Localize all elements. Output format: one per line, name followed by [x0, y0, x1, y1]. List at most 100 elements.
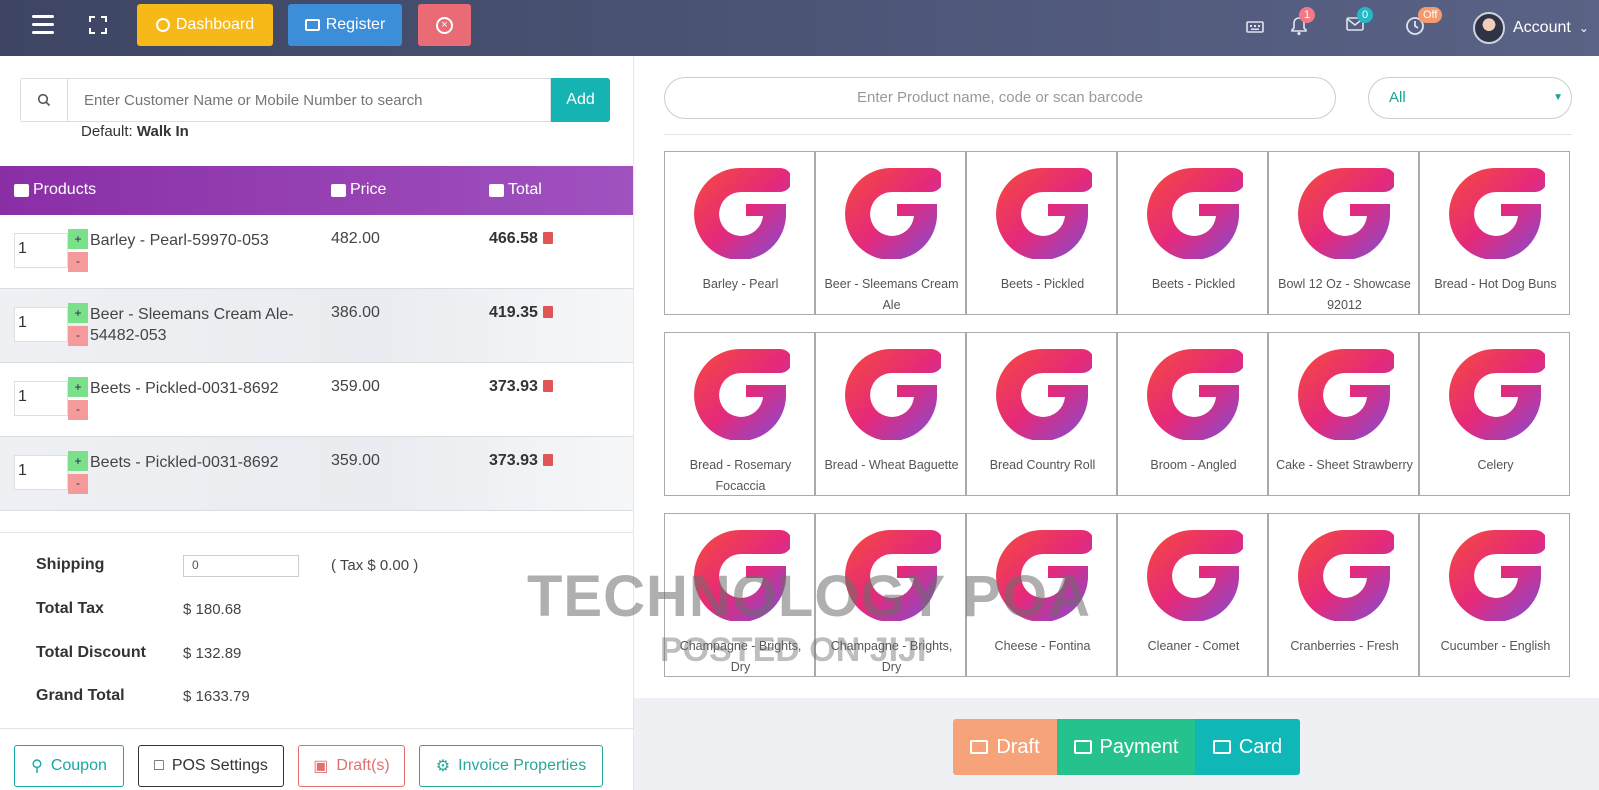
decrease-qty-button[interactable]: -	[68, 252, 88, 272]
product-card-name: Bread - Rosemary Focaccia	[689, 458, 792, 493]
cart-panel: Add Default: Walk In Products Price Tota…	[0, 56, 633, 790]
coupon-button[interactable]: ⚲ Coupon	[14, 745, 124, 787]
decrease-qty-button[interactable]: -	[68, 326, 88, 346]
customer-search-input[interactable]	[67, 78, 551, 122]
close-register-button[interactable]: ×	[418, 4, 471, 46]
product-logo-icon	[845, 168, 941, 259]
pos-settings-button[interactable]: □ POS Settings	[138, 745, 284, 787]
invoice-properties-label: Invoice Properties	[458, 757, 587, 774]
pos-settings-label: POS Settings	[171, 757, 268, 774]
product-card[interactable]: Beets - Pickled	[966, 151, 1117, 315]
total-discount-value: $ 132.89	[183, 645, 242, 662]
product-total: 373.93	[489, 452, 553, 470]
decrease-qty-button[interactable]: -	[68, 474, 88, 494]
product-card[interactable]: Cranberries - Fresh	[1268, 513, 1419, 677]
product-total-value: 373.93	[489, 452, 538, 469]
total-tax-label: Total Tax	[36, 600, 104, 617]
keyboard-icon[interactable]	[1244, 18, 1266, 40]
draft-button[interactable]: Draft	[953, 719, 1057, 775]
product-card[interactable]: Barley - Pearl	[664, 151, 815, 315]
product-logo-icon	[996, 349, 1092, 440]
product-name: Beer - Sleemans Cream Ale-54482-053	[90, 306, 294, 344]
grand-total-value: $ 1633.79	[183, 688, 250, 705]
payment-button[interactable]: Payment	[1057, 719, 1195, 775]
product-total-value: 419.35	[489, 304, 538, 321]
product-card[interactable]: Broom - Angled	[1117, 332, 1268, 496]
shipping-label: Shipping	[36, 556, 105, 573]
header-price: Price	[350, 181, 387, 198]
invoice-properties-button[interactable]: ⚙ Invoice Properties	[419, 745, 603, 787]
table-row: 1 + - Beer - Sleemans Cream Ale-54482-05…	[0, 289, 633, 363]
quantity-input[interactable]: 1	[14, 307, 68, 342]
product-total-value: 466.58	[489, 230, 538, 247]
quantity-input[interactable]: 1	[14, 381, 68, 416]
hamburger-menu-icon[interactable]	[32, 10, 54, 40]
shipping-input[interactable]: 0	[183, 555, 299, 577]
trash-icon[interactable]	[542, 380, 553, 392]
product-card-name: Cheese - Fontina	[994, 639, 1091, 653]
product-logo-icon	[1147, 349, 1243, 440]
fullscreen-icon[interactable]	[89, 16, 107, 34]
product-card[interactable]: Cleaner - Comet	[1117, 513, 1268, 677]
product-card[interactable]: Cucumber - English	[1419, 513, 1570, 677]
increase-qty-button[interactable]: +	[68, 377, 88, 397]
save-icon: ▣	[313, 758, 329, 775]
product-card[interactable]: Celery	[1419, 332, 1570, 496]
tax-note: ( Tax $ 0.00 )	[331, 557, 419, 574]
product-price: 359.00	[331, 452, 380, 469]
card-button[interactable]: Card	[1195, 719, 1300, 775]
category-select-value: All	[1389, 89, 1406, 106]
product-total: 466.58	[489, 230, 553, 248]
product-card-name: Celery	[1477, 458, 1514, 472]
product-card[interactable]: Bread - Rosemary Focaccia	[664, 332, 815, 496]
dashboard-button[interactable]: Dashboard	[137, 4, 273, 46]
product-search-input[interactable]: Enter Product name, code or scan barcode	[664, 77, 1336, 119]
payment-label: Payment	[1099, 735, 1179, 758]
coupon-label: Coupon	[50, 757, 107, 774]
account-label: Account	[1513, 19, 1571, 36]
default-customer-value: Walk In	[136, 123, 189, 140]
increase-qty-button[interactable]: +	[68, 229, 88, 249]
gears-icon: ⚙	[435, 758, 451, 775]
product-logo-icon	[1298, 168, 1394, 259]
product-card-name: Barley - Pearl	[702, 277, 779, 291]
header-products: Products	[33, 181, 97, 198]
divider	[0, 532, 633, 533]
register-button[interactable]: Register	[288, 4, 402, 46]
increase-qty-button[interactable]: +	[68, 303, 88, 323]
customer-search-group: Add	[20, 78, 610, 122]
product-card[interactable]: Beer - Sleemans Cream Ale	[815, 151, 966, 315]
drafts-button[interactable]: ▣ Draft(s)	[298, 745, 405, 787]
default-customer: Default: Walk In	[81, 123, 189, 140]
product-price: 359.00	[331, 378, 380, 395]
add-customer-button[interactable]: Add	[551, 78, 610, 122]
chevron-down-icon: ⌄	[1578, 21, 1589, 35]
dashboard-gauge-icon	[155, 18, 170, 32]
quantity-input[interactable]: 1	[14, 233, 68, 268]
product-price: 386.00	[331, 304, 380, 321]
product-card[interactable]: Bread - Hot Dog Buns	[1419, 151, 1570, 315]
product-card[interactable]: Bread Country Roll	[966, 332, 1117, 496]
product-card[interactable]: Beets - Pickled	[1117, 151, 1268, 315]
product-card[interactable]: Cake - Sheet Strawberry	[1268, 332, 1419, 496]
increase-qty-button[interactable]: +	[68, 451, 88, 471]
header-total: Total	[508, 181, 542, 198]
cart-actions: ⚲ Coupon □ POS Settings ▣ Draft(s) ⚙ Invoice…	[0, 728, 633, 790]
trash-icon[interactable]	[542, 306, 553, 318]
decrease-qty-button[interactable]: -	[68, 400, 88, 420]
category-select[interactable]: All ▼	[1368, 77, 1572, 119]
total-tax-value: $ 180.68	[183, 601, 242, 618]
trash-icon[interactable]	[542, 232, 553, 244]
product-card[interactable]: Bowl 12 Oz - Showcase 92012	[1268, 151, 1419, 315]
register-label: Register	[325, 16, 386, 33]
default-customer-prefix: Default:	[81, 123, 133, 140]
register-envelope-icon	[304, 19, 320, 31]
credit-card-icon	[1212, 740, 1231, 754]
quantity-input[interactable]: 1	[14, 455, 68, 490]
product-card[interactable]: Bread - Wheat Baguette	[815, 332, 966, 496]
product-name: Barley - Pearl-59970-053	[90, 232, 269, 249]
account-menu[interactable]: Account ⌄	[1473, 12, 1589, 44]
product-card-name: Bread Country Roll	[989, 458, 1096, 472]
table-row: 1 + - Beets - Pickled-0031-8692 359.00 3…	[0, 437, 633, 511]
trash-icon[interactable]	[542, 454, 553, 466]
